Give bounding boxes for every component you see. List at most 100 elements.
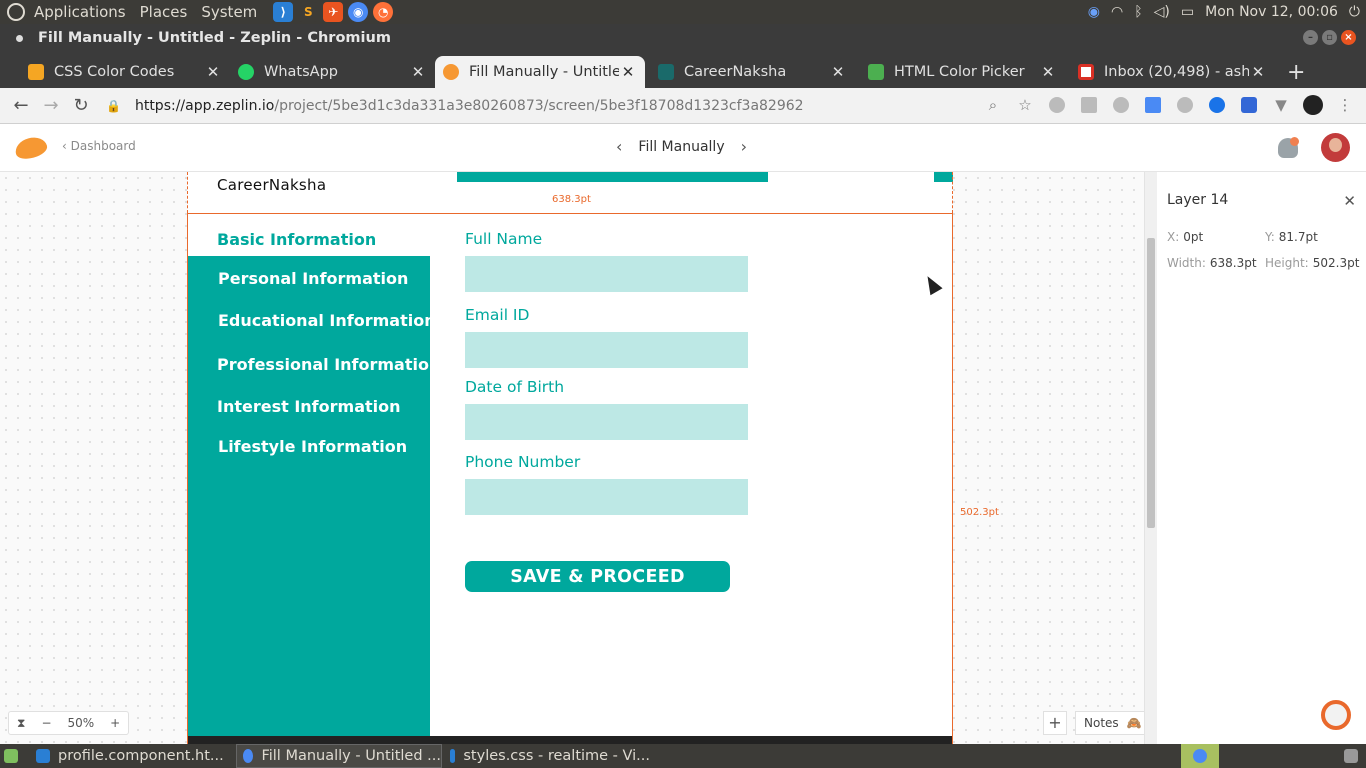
tab-whatsapp[interactable]: WhatsApp ✕ — [230, 56, 435, 88]
layer-x: X: 0pt — [1167, 230, 1203, 244]
screen-name: Fill Manually — [638, 138, 725, 155]
bluetooth-icon[interactable]: ᛒ — [1134, 4, 1142, 20]
chrome-tray-icon[interactable]: ◉ — [1088, 4, 1100, 20]
design-canvas[interactable]: CareerNaksha 638.3pt Personal Informatio… — [0, 172, 1144, 744]
notes-monkey-icon: 🙈 — [1126, 716, 1142, 730]
guide-line-right — [952, 172, 953, 213]
add-note-button[interactable]: + — [1043, 711, 1067, 735]
height-value[interactable]: 502.3pt — [1313, 256, 1360, 270]
menu-icon[interactable]: ⋮ — [1334, 94, 1356, 116]
width-value[interactable]: 638.3pt — [1210, 256, 1257, 270]
applications-menu[interactable]: Applications — [34, 3, 126, 21]
taskbar-item-profile[interactable]: profile.component.ht... — [30, 744, 230, 768]
vue-devtools-icon[interactable]: ▼ — [1270, 94, 1292, 116]
width-label: Width: — [1167, 256, 1206, 270]
gmail-icon — [1078, 64, 1094, 80]
close-panel-icon[interactable]: ✕ — [1343, 192, 1356, 210]
firefox-launcher-icon[interactable]: ◔ — [373, 2, 394, 22]
bookmark-star-icon[interactable]: ☆ — [1014, 94, 1036, 116]
extension-6-icon[interactable] — [1206, 94, 1228, 116]
wifi-icon[interactable]: ◠ — [1111, 4, 1123, 20]
careernaksha-icon — [658, 64, 674, 80]
scrollbar-thumb[interactable] — [1147, 238, 1155, 528]
next-screen-icon[interactable]: › — [741, 137, 747, 156]
battery-icon[interactable]: ▭ — [1181, 4, 1194, 20]
tab-title: Inbox (20,498) - ashut — [1104, 64, 1249, 80]
notes-controls: + Notes 🙈 — [1043, 711, 1151, 735]
close-tab-icon[interactable]: ✕ — [829, 63, 847, 81]
places-menu[interactable]: Places — [140, 3, 188, 21]
tab-inbox[interactable]: Inbox (20,498) - ashut ✕ — [1070, 56, 1275, 88]
tab-title: HTML Color Picker — [894, 64, 1025, 80]
close-window-icon[interactable]: × — [1341, 30, 1356, 45]
tab-css-color-codes[interactable]: CSS Color Codes ✕ — [20, 56, 230, 88]
trash-icon[interactable] — [1340, 744, 1362, 768]
maximize-icon[interactable]: ▫ — [1322, 30, 1337, 45]
tab-fill-manually[interactable]: Fill Manually - Untitled ✕ — [435, 56, 645, 88]
x-value[interactable]: 0pt — [1183, 230, 1203, 244]
y-value[interactable]: 81.7pt — [1279, 230, 1318, 244]
user-avatar[interactable] — [1321, 133, 1350, 162]
zeplin-logo-icon[interactable] — [12, 134, 50, 162]
url-field[interactable]: https://app.zeplin.io/project/5be3d1c3da… — [135, 98, 804, 114]
workspace-switcher[interactable] — [1181, 744, 1219, 768]
notes-button[interactable]: Notes 🙈 — [1075, 711, 1151, 735]
close-tab-icon[interactable]: ✕ — [204, 63, 222, 81]
reload-icon[interactable]: ↻ — [66, 95, 96, 116]
volume-icon[interactable]: ◁) — [1154, 4, 1170, 20]
vscode-icon — [450, 749, 456, 763]
taskbar-item-styles[interactable]: styles.css - realtime - Vi... — [444, 744, 650, 768]
tab-careernaksha[interactable]: CareerNaksha ✕ — [650, 56, 855, 88]
toolbar-actions: ⌕ ☆ ▼ ⋮ — [982, 94, 1356, 116]
minimize-icon[interactable]: – — [1303, 30, 1318, 45]
system-menu[interactable]: System — [201, 3, 257, 21]
screen-navigator: ‹ Fill Manually › — [616, 137, 747, 156]
vscode-launcher-icon[interactable]: ⟩ — [273, 2, 294, 22]
taskbar-item-label: profile.component.ht... — [58, 748, 224, 764]
postman-launcher-icon[interactable]: ✈ — [323, 2, 344, 22]
canvas-scrollbar[interactable] — [1145, 172, 1157, 744]
extension-3-icon[interactable] — [1110, 94, 1132, 116]
taskbar: profile.component.ht... Fill Manually - … — [0, 744, 1366, 768]
clock[interactable]: Mon Nov 12, 00:06 — [1205, 4, 1338, 20]
translate-icon[interactable] — [1142, 94, 1164, 116]
colorpicker-icon — [868, 64, 884, 80]
layer-height: Height: 502.3pt — [1265, 256, 1359, 270]
zoom-controls: ⧗ − 50% + — [8, 711, 130, 735]
ubuntu-logo-icon[interactable] — [7, 3, 25, 21]
lock-icon[interactable]: 🔒 — [106, 99, 121, 113]
chromium-launcher-icon[interactable]: ◉ — [348, 2, 369, 22]
sublime-launcher-icon[interactable]: S — [298, 2, 319, 22]
close-tab-icon[interactable]: ✕ — [1039, 63, 1057, 81]
zoom-out-button[interactable]: − — [33, 716, 59, 730]
profile-icon[interactable] — [1302, 94, 1324, 116]
previous-screen-icon[interactable]: ‹ — [616, 137, 622, 156]
dashboard-label: Dashboard — [70, 139, 136, 153]
tab-html-color-picker[interactable]: HTML Color Picker ✕ — [860, 56, 1065, 88]
dashboard-link[interactable]: ‹ Dashboard — [62, 139, 136, 153]
hourglass-icon[interactable]: ⧗ — [9, 716, 33, 731]
help-lifebuoy-icon[interactable] — [1321, 700, 1351, 730]
extension-1-icon[interactable] — [1046, 94, 1068, 116]
tab-title: CSS Color Codes — [54, 64, 175, 80]
close-tab-icon[interactable]: ✕ — [409, 63, 427, 81]
new-tab-icon[interactable]: + — [1287, 60, 1305, 85]
y-label: Y: — [1265, 230, 1275, 244]
extension-5-icon[interactable] — [1174, 94, 1196, 116]
extension-7-icon[interactable] — [1238, 94, 1260, 116]
taskbar-item-label: Fill Manually - Untitled ... — [261, 748, 441, 764]
system-top-panel: Applications Places System ⟩ S ✈ ◉ ◔ ◉ ◠… — [0, 0, 1366, 24]
extension-2-icon[interactable] — [1078, 94, 1100, 116]
power-icon[interactable]: ⏻ — [1349, 4, 1360, 20]
zoom-in-button[interactable]: + — [102, 716, 128, 730]
taskbar-item-chromium[interactable]: Fill Manually - Untitled ... — [236, 744, 442, 768]
show-desktop-icon[interactable] — [0, 744, 24, 768]
close-tab-icon[interactable]: ✕ — [619, 63, 637, 81]
forward-icon[interactable]: → — [36, 95, 66, 116]
layer-y: Y: 81.7pt — [1265, 230, 1318, 244]
window-dot-icon — [16, 34, 23, 42]
close-tab-icon[interactable]: ✕ — [1249, 63, 1267, 81]
x-label: X: — [1167, 230, 1180, 244]
zoom-icon[interactable]: ⌕ — [982, 94, 1004, 116]
back-icon[interactable]: ← — [6, 95, 36, 116]
